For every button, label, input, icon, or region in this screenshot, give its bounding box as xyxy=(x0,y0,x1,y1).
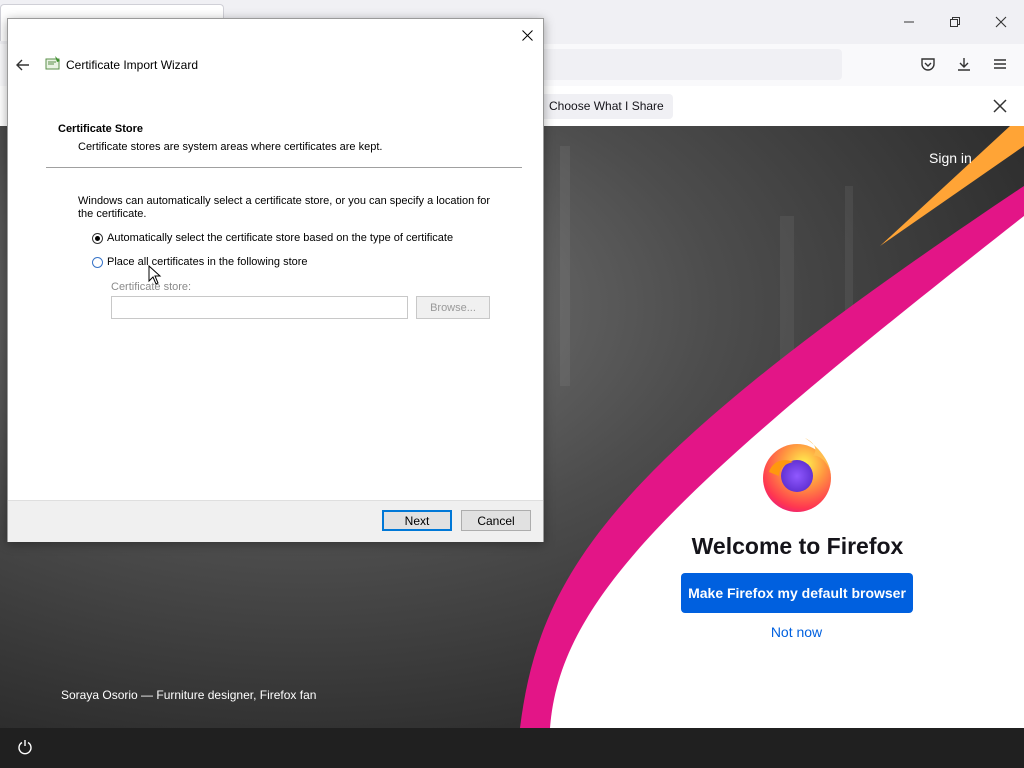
sign-in-link[interactable]: Sign in xyxy=(929,150,972,166)
certificate-store-field[interactable] xyxy=(111,296,408,319)
option-auto-label: Automatically select the certificate sto… xyxy=(107,232,454,244)
welcome-title: Welcome to Firefox xyxy=(691,533,904,559)
radio-auto-select[interactable] xyxy=(92,232,103,244)
photo-caption: Soraya Osorio — Furniture designer, Fire… xyxy=(61,688,317,702)
option-auto-select[interactable]: Automatically select the certificate sto… xyxy=(92,232,453,244)
section-description: Certificate stores are system areas wher… xyxy=(78,141,383,153)
pocket-icon[interactable] xyxy=(916,52,940,76)
window-close-icon[interactable] xyxy=(978,8,1024,36)
hamburger-menu-icon[interactable] xyxy=(988,52,1012,76)
section-heading: Certificate Store xyxy=(58,123,143,135)
make-default-browser-button[interactable]: Make Firefox my default browser xyxy=(681,573,913,613)
restore-icon[interactable] xyxy=(932,8,978,36)
mouse-cursor-icon xyxy=(148,265,162,285)
dialog-close-icon[interactable] xyxy=(517,25,537,45)
not-now-link[interactable]: Not now xyxy=(740,624,853,640)
choose-what-i-share-button[interactable]: Choose What I Share xyxy=(540,94,673,119)
url-bar[interactable] xyxy=(530,49,842,80)
intro-text: Windows can automatically select a certi… xyxy=(78,195,491,220)
option-manual-label: Place all certificates in the following … xyxy=(107,256,308,268)
power-icon[interactable] xyxy=(14,736,36,758)
back-arrow-icon[interactable] xyxy=(13,55,33,75)
notification-close-icon[interactable] xyxy=(989,95,1011,117)
certificate-icon xyxy=(45,56,60,70)
separator xyxy=(46,167,522,168)
next-button[interactable]: Next xyxy=(382,510,452,531)
option-place-in-store[interactable]: Place all certificates in the following … xyxy=(92,256,308,268)
minimize-icon[interactable] xyxy=(886,8,932,36)
certificate-import-wizard-dialog: Certificate Import Wizard Certificate St… xyxy=(7,18,544,542)
dialog-title: Certificate Import Wizard xyxy=(66,58,199,72)
bottom-bar xyxy=(0,728,1024,768)
browse-button[interactable]: Browse... xyxy=(416,296,490,319)
firefox-logo-icon xyxy=(763,438,831,512)
download-icon[interactable] xyxy=(952,52,976,76)
radio-place-in-store[interactable] xyxy=(92,256,103,268)
cancel-button[interactable]: Cancel xyxy=(461,510,531,531)
